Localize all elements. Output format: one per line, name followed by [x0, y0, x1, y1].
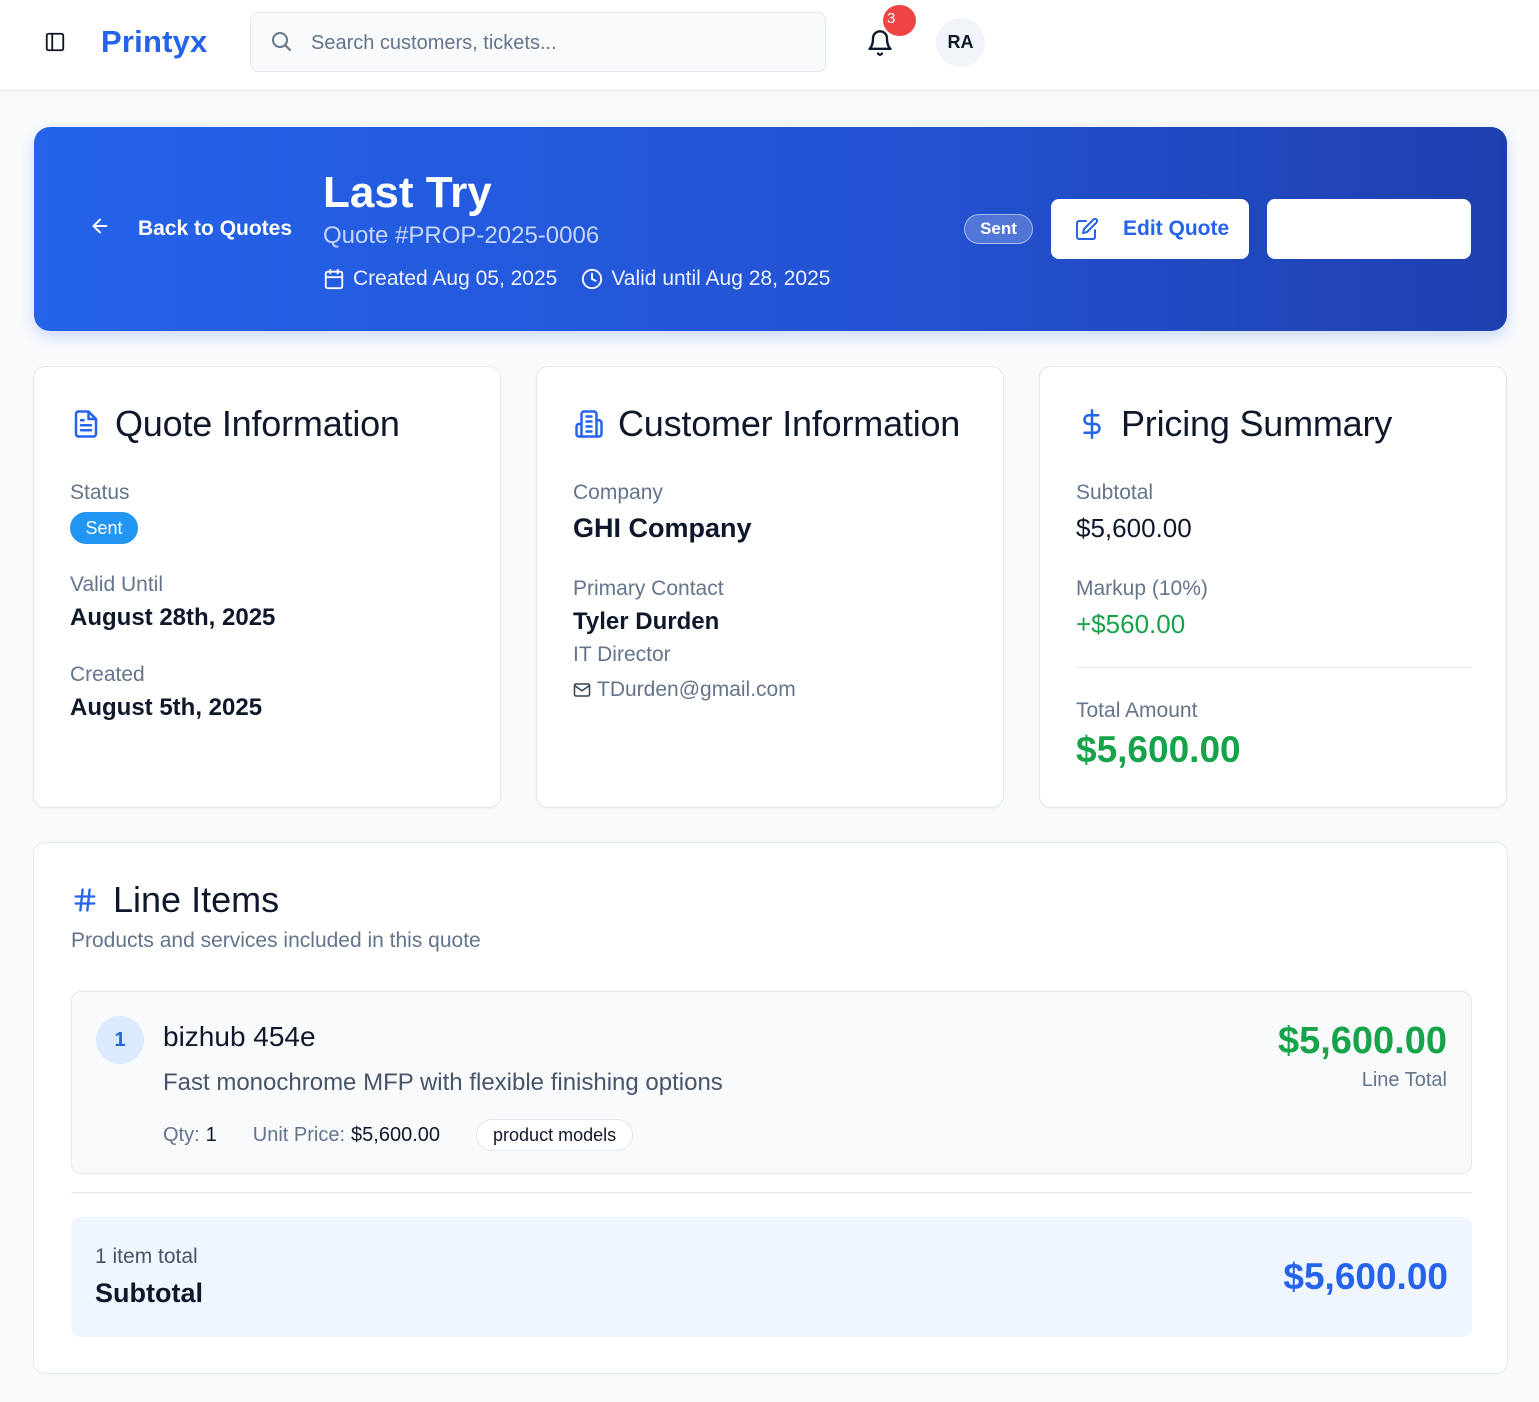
edit-quote-label: Edit Quote: [1123, 217, 1230, 240]
valid-until-value: August 28th, 2025: [70, 604, 276, 631]
quote-number: Quote #PROP-2025-0006: [323, 222, 600, 249]
line-item-name: bizhub 454e: [163, 1021, 316, 1052]
customer-information-card: Customer Information Company GHI Company…: [536, 366, 1004, 808]
secondary-action-button[interactable]: [1267, 199, 1471, 259]
subtotal-summary-value: $5,600.00: [1283, 1256, 1448, 1297]
markup-label: Markup (10%): [1076, 577, 1208, 600]
category-tag: product models: [476, 1119, 634, 1151]
calendar-icon: [324, 268, 344, 290]
line-items-divider: [71, 1192, 1472, 1193]
card-header: Customer Information: [574, 403, 960, 445]
line-item-description: Fast monochrome MFP with flexible finish…: [163, 1069, 723, 1096]
building-icon: [575, 410, 603, 438]
status-label: Status: [70, 481, 130, 504]
dollar-icon: [1083, 409, 1101, 439]
card-subtitle: Products and services included in this q…: [71, 929, 481, 952]
unit-price-value: $5,600.00: [351, 1123, 441, 1146]
search-input[interactable]: [311, 27, 811, 59]
quote-title: Last Try: [323, 168, 492, 217]
markup-value: +$560.00: [1076, 609, 1186, 639]
edit-icon: [1076, 217, 1099, 240]
contact-name: Tyler Durden: [573, 608, 720, 635]
unit-price-group: Unit Price: $5,600.00: [253, 1124, 440, 1147]
card-title: Quote Information: [115, 403, 400, 444]
created-date: Created Aug 05, 2025: [323, 267, 557, 291]
pricing-divider: [1076, 667, 1471, 668]
line-item-meta: Qty: 1 Unit Price: $5,600.00 product model…: [163, 1119, 634, 1151]
line-items-card: Line Items Products and services include…: [33, 842, 1508, 1374]
card-header: Quote Information: [71, 403, 400, 445]
notification-badge: 3: [883, 5, 916, 36]
created-date-text: Created Aug 05, 2025: [353, 267, 558, 290]
mail-icon: [573, 683, 591, 697]
total-amount-value: $5,600.00: [1076, 729, 1241, 770]
arrow-left-icon: [89, 215, 111, 242]
created-label: Created: [70, 663, 145, 686]
top-bar: Printyx 3 RA: [0, 0, 1539, 91]
status-pill: Sent: [70, 512, 138, 544]
total-amount-label: Total Amount: [1076, 699, 1198, 722]
unit-price-label: Unit Price:: [252, 1123, 346, 1146]
sidebar-toggle-icon[interactable]: [42, 29, 68, 55]
subtotal-summary-label: Subtotal: [95, 1278, 203, 1308]
user-avatar[interactable]: RA: [936, 18, 985, 67]
valid-until-text: Valid until Aug 28, 2025: [611, 267, 831, 290]
card-header: Line Items: [71, 879, 279, 921]
subtotal-summary: 1 item total Subtotal $5,600.00: [71, 1217, 1472, 1337]
card-title: Customer Information: [618, 403, 961, 444]
line-item-number: 1: [96, 1016, 144, 1064]
edit-quote-button[interactable]: Edit Quote: [1051, 199, 1249, 259]
line-item: 1 bizhub 454e Fast monochrome MFP with f…: [71, 991, 1472, 1174]
quote-information-card: Quote Information Status Sent Valid Unti…: [33, 366, 501, 808]
created-value: August 5th, 2025: [70, 694, 263, 721]
primary-contact-label: Primary Contact: [573, 577, 724, 600]
card-header: Pricing Summary: [1077, 403, 1392, 445]
document-icon: [74, 410, 98, 438]
back-label: Back to Quotes: [138, 216, 293, 240]
valid-until-date: Valid until Aug 28, 2025: [581, 267, 830, 291]
company-value: GHI Company: [573, 513, 752, 543]
company-label: Company: [573, 481, 663, 504]
hash-icon: [74, 888, 96, 912]
subtotal-label: Subtotal: [1076, 481, 1154, 504]
quote-header-banner: Back to Quotes Last Try Quote #PROP-2025…: [34, 127, 1507, 331]
line-total-label: Line Total: [1361, 1069, 1447, 1091]
contact-email-text: TDurden@gmail.com: [597, 678, 796, 701]
item-count: 1 item total: [95, 1245, 198, 1268]
status-badge: Sent: [964, 214, 1033, 244]
brand-logo[interactable]: Printyx: [101, 24, 208, 60]
contact-email[interactable]: TDurden@gmail.com: [573, 678, 796, 702]
subtotal-value: $5,600.00: [1076, 513, 1192, 543]
pricing-summary-card: Pricing Summary Subtotal $5,600.00 Marku…: [1039, 366, 1507, 808]
qty-value: 1: [205, 1123, 217, 1146]
card-title: Line Items: [113, 879, 280, 920]
search-icon: [269, 29, 293, 58]
line-total-value: $5,600.00: [1277, 1020, 1447, 1062]
quote-dates: Created Aug 05, 2025 Valid until Aug 28,…: [323, 267, 830, 291]
qty-label: Qty:: [163, 1123, 200, 1146]
clock-icon: [582, 268, 603, 290]
contact-role: IT Director: [573, 643, 671, 666]
card-title: Pricing Summary: [1121, 403, 1393, 444]
back-to-quotes-link[interactable]: Back to Quotes: [89, 215, 292, 242]
valid-until-label: Valid Until: [70, 573, 163, 596]
qty-group: Qty: 1: [163, 1124, 217, 1147]
search-bar[interactable]: [250, 12, 826, 72]
